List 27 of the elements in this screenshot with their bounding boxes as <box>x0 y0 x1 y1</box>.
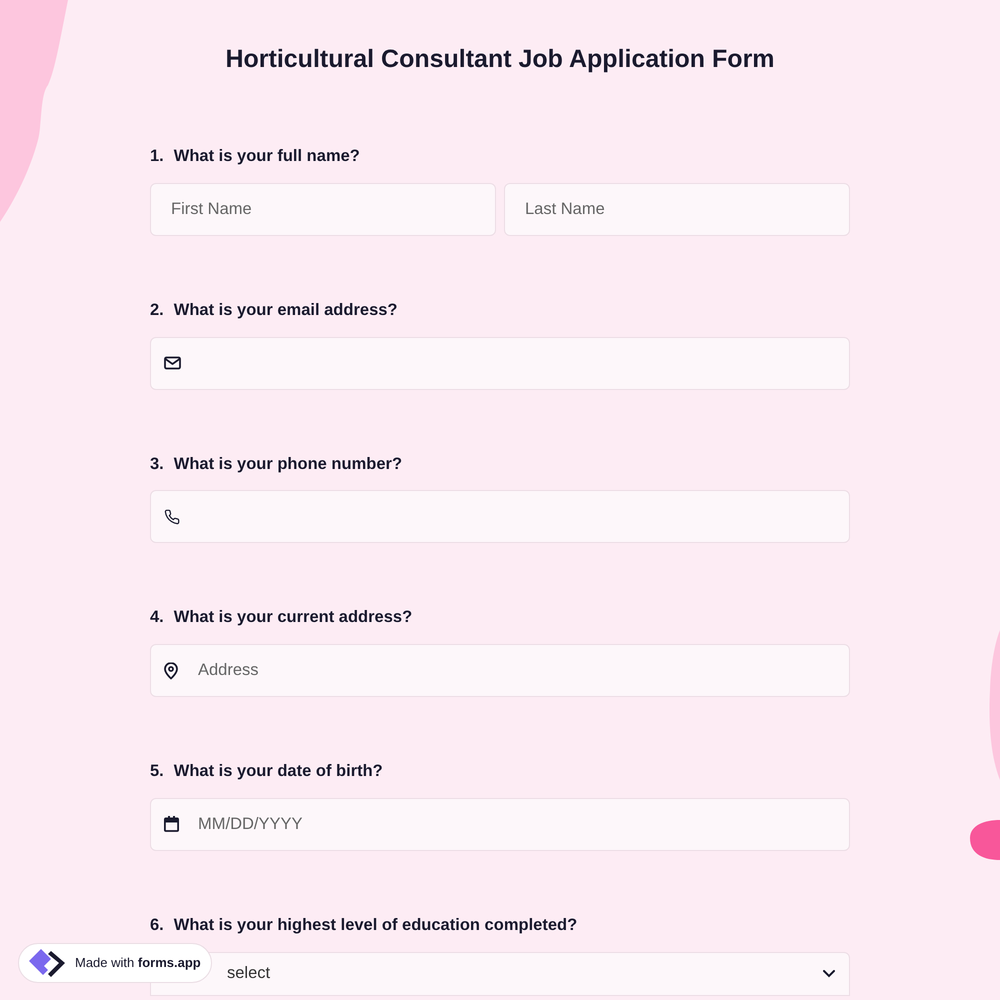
question-number: 1. <box>150 146 164 167</box>
input-field[interactable]: Last Name <box>504 182 850 236</box>
question-number: 3. <box>150 454 164 474</box>
question-number: 5. <box>150 761 164 782</box>
question-number: 4. <box>150 607 164 628</box>
question-label: What is your full name? <box>174 146 360 167</box>
logo-icon <box>27 947 67 979</box>
calendar-icon <box>164 816 179 832</box>
form-title: Horticultural Consultant Job Application Form <box>224 44 776 74</box>
chevron-down-icon <box>823 970 835 978</box>
question-number: 6. <box>150 914 164 936</box>
input-field[interactable]: Address <box>150 644 850 697</box>
mail-icon <box>164 356 181 370</box>
phone-icon <box>164 508 180 525</box>
blob-shape <box>970 820 1000 860</box>
question-label: What is your email address? <box>174 300 398 321</box>
question-number: 2. <box>150 300 164 321</box>
question-label: What is your date of birth? <box>174 761 383 782</box>
map-pin-icon <box>164 662 178 679</box>
input-field[interactable]: MM/DD/YYYY <box>150 798 850 851</box>
made-with-badge[interactable]: Made with forms.app <box>18 943 212 983</box>
input-field[interactable]: First Name <box>150 182 496 236</box>
input-field[interactable] <box>150 336 850 390</box>
question-label: What is your phone number? <box>174 454 402 474</box>
question-label: What is your current address? <box>174 607 412 628</box>
input-field[interactable] <box>150 490 850 544</box>
question-label: What is your highest level of education completed? <box>174 914 578 936</box>
